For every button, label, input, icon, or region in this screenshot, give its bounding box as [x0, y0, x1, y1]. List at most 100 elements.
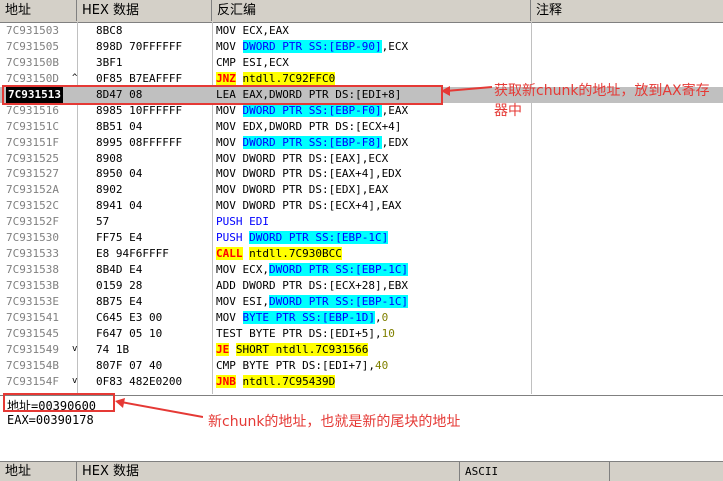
instruction-address: 7C93151C — [6, 119, 59, 133]
disassembly-token — [236, 375, 243, 388]
instruction-disassembly: MOV ECX,EAX — [216, 23, 289, 39]
instruction-row[interactable]: 7C93153E 8B75 E4 MOV ESI,DWORD PTR SS:[EBP… — [0, 294, 723, 310]
instruction-address: 7C931545 — [6, 326, 59, 340]
dump-column-header-ascii[interactable]: ASCII — [460, 462, 610, 481]
disassembly-header: 地址 HEX 数据 反汇编 注释 — [0, 0, 723, 23]
instruction-address: 7C93152C — [6, 199, 59, 213]
disassembly-token: ntdll.7C930BCC — [249, 247, 342, 261]
annotation-text-1: 获取新chunk的地址，放到AX寄存器中 — [494, 83, 710, 119]
disassembly-token: MOV ESI, — [216, 294, 269, 308]
instruction-hex: 8908 — [96, 151, 123, 165]
instruction-disassembly: MOV DWORD PTR SS:[EBP-90],ECX — [216, 39, 408, 55]
column-header-disassembly[interactable]: 反汇编 — [212, 0, 531, 21]
instruction-hex: 8BC8 — [96, 24, 123, 37]
instruction-address: 7C931525 — [6, 151, 59, 165]
instruction-address: 7C931541 — [6, 310, 59, 324]
instruction-hex: 0159 28 — [96, 279, 143, 292]
disassembly-list[interactable]: 7C931503 8BC8 MOV ECX,EAX 7C931505 898D 70FF… — [0, 23, 723, 390]
instruction-address: 7C931530 — [6, 231, 59, 245]
instruction-address: 7C93150B — [6, 55, 59, 69]
disassembly-token: , — [374, 310, 382, 324]
disassembly-token — [236, 72, 243, 85]
disassembly-token: MOV — [216, 310, 243, 324]
info-eax-line: EAX=00390178 — [7, 413, 94, 427]
instruction-address: 7C93154F — [6, 374, 59, 388]
disassembly-token: BYTE PTR SS:[EBP-1D] — [242, 310, 375, 324]
instruction-address: 7C931533 — [6, 247, 59, 261]
instruction-row[interactable]: 7C93150B 3BF1 CMP ESI,ECX — [0, 55, 723, 71]
instruction-disassembly: MOV ESI,DWORD PTR SS:[EBP-1C] — [216, 294, 409, 310]
disassembly-token: MOV — [216, 135, 243, 149]
instruction-hex: 8B51 04 — [96, 119, 143, 133]
instruction-hex: 8902 — [96, 183, 123, 197]
disassembly-token: ,ECX — [381, 39, 409, 53]
instruction-hex: 807F 07 40 — [96, 358, 163, 372]
disassembly-token: ntdll.7C92FFC0 — [242, 71, 336, 85]
instruction-row[interactable]: 7C931505 898D 70FFFFFF MOV DWORD PTR SS:[E… — [0, 39, 723, 55]
disassembly-token — [229, 343, 236, 356]
instruction-hex: 8941 04 — [96, 199, 143, 213]
instruction-address: 7C93154B — [6, 358, 59, 372]
instruction-hex: F647 05 10 — [96, 326, 163, 340]
instruction-row[interactable]: 7C93152A 8902 MOV DWORD PTR DS:[EDX],EAX — [0, 182, 723, 198]
instruction-row[interactable]: 7C93151F 8995 08FFFFFF MOV DWORD PTR SS:[E… — [0, 135, 723, 151]
instruction-hex: 3BF1 — [96, 55, 123, 69]
column-header-hex[interactable]: HEX 数据 — [77, 0, 212, 21]
disassembly-token: CMP ESI,ECX — [216, 55, 289, 69]
instruction-disassembly: MOV DWORD PTR DS:[ECX+4],EAX — [216, 198, 401, 214]
disassembly-token: JE — [216, 342, 230, 356]
instruction-row[interactable]: 7C931549 v 74 1B JE SHORT ntdll.7C931566 — [0, 342, 723, 358]
instruction-address: 7C931516 — [6, 103, 59, 117]
instruction-address: 7C93151F — [6, 135, 59, 149]
disassembly-token: DWORD PTR SS:[EBP-1C] — [268, 263, 409, 277]
disassembly-token: ntdll.7C95439D — [242, 374, 336, 388]
instruction-hex: E8 94F6FFFF — [96, 247, 169, 261]
instruction-address: 7C931538 — [6, 263, 59, 277]
arrow-annotation-1 — [441, 86, 492, 96]
instruction-row[interactable]: 7C931525 8908 MOV DWORD PTR DS:[EAX],ECX — [0, 151, 723, 167]
disassembly-token: MOV — [216, 39, 243, 53]
instruction-disassembly: MOV ECX,DWORD PTR SS:[EBP-1C] — [216, 262, 409, 278]
disassembly-token: CALL — [216, 247, 243, 261]
disassembly-token: MOV DWORD PTR DS:[ECX+4],EAX — [216, 199, 402, 213]
instruction-row[interactable]: 7C931503 8BC8 MOV ECX,EAX — [0, 23, 723, 39]
instruction-disassembly: MOV DWORD PTR SS:[EBP-F8],EDX — [216, 135, 408, 151]
instruction-disassembly: ADD DWORD PTR DS:[ECX+28],EBX — [216, 278, 408, 294]
disassembly-token: ,EDX — [381, 135, 409, 149]
disassembly-token: JNB — [216, 374, 236, 388]
instruction-hex: 74 1B — [96, 342, 130, 356]
column-header-comment[interactable]: 注释 — [531, 0, 723, 21]
disassembly-token: ADD DWORD PTR DS:[ECX+28],EBX — [216, 279, 409, 292]
instruction-row[interactable]: 7C93151C 8B51 04 MOV EDX,DWORD PTR DS:[ECX… — [0, 119, 723, 135]
disassembly-token: 0 — [381, 310, 389, 324]
instruction-disassembly: PUSH DWORD PTR SS:[EBP-1C] — [216, 230, 389, 246]
dump-column-header-hex[interactable]: HEX 数据 — [77, 462, 460, 481]
column-header-address[interactable]: 地址 — [0, 0, 77, 21]
disassembly-token: 40 — [374, 358, 389, 372]
instruction-row[interactable]: 7C93154F v 0F83 482E0200 JNB ntdll.7C95439D — [0, 374, 723, 390]
instruction-row[interactable]: 7C931538 8B4D E4 MOV ECX,DWORD PTR SS:[EBP… — [0, 262, 723, 278]
instruction-disassembly: CMP ESI,ECX — [216, 55, 289, 71]
instruction-row[interactable]: 7C931533 E8 94F6FFFF CALL ntdll.7C930BCC — [0, 246, 723, 262]
instruction-address: 7C93152F — [6, 215, 59, 229]
instruction-row[interactable]: 7C931541 C645 E3 00 MOV BYTE PTR SS:[EBP-1… — [0, 310, 723, 326]
disassembly-token: JNZ — [216, 71, 236, 85]
instruction-row[interactable]: 7C931530 FF75 E4 PUSH DWORD PTR SS:[EBP-1C… — [0, 230, 723, 246]
instruction-row[interactable]: 7C931545 F647 05 10 TEST BYTE PTR DS:[EDI+… — [0, 326, 723, 342]
instruction-address: 7C931503 — [6, 24, 59, 37]
instruction-row[interactable]: 7C93152F 57 PUSH EDI — [0, 214, 723, 230]
dump-header: 地址 HEX 数据 ASCII — [0, 461, 723, 481]
instruction-row[interactable]: 7C931527 8950 04 MOV DWORD PTR DS:[EAX+4],… — [0, 166, 723, 182]
instruction-row[interactable]: 7C93152C 8941 04 MOV DWORD PTR DS:[ECX+4],… — [0, 198, 723, 214]
instruction-row[interactable]: 7C93153B 0159 28 ADD DWORD PTR DS:[ECX+28]… — [0, 278, 723, 294]
jump-down-icon: v — [72, 375, 78, 386]
disassembly-token: DWORD PTR SS:[EBP-1C] — [268, 294, 409, 308]
instruction-row[interactable]: 7C93154B 807F 07 40 CMP BYTE PTR DS:[EDI+7… — [0, 358, 723, 374]
disassembly-token: MOV EDX,DWORD PTR DS:[ECX+4] — [216, 119, 402, 133]
annotation-text-2: 新chunk的地址，也就是新的尾块的地址 — [208, 414, 461, 430]
disassembly-token: DWORD PTR SS:[EBP-1C] — [249, 231, 389, 245]
instruction-address: 7C93153B — [6, 279, 59, 292]
dump-column-header-address[interactable]: 地址 — [0, 462, 77, 481]
instruction-disassembly: CMP BYTE PTR DS:[EDI+7],40 — [216, 358, 388, 374]
highlight-box-address — [3, 393, 115, 412]
